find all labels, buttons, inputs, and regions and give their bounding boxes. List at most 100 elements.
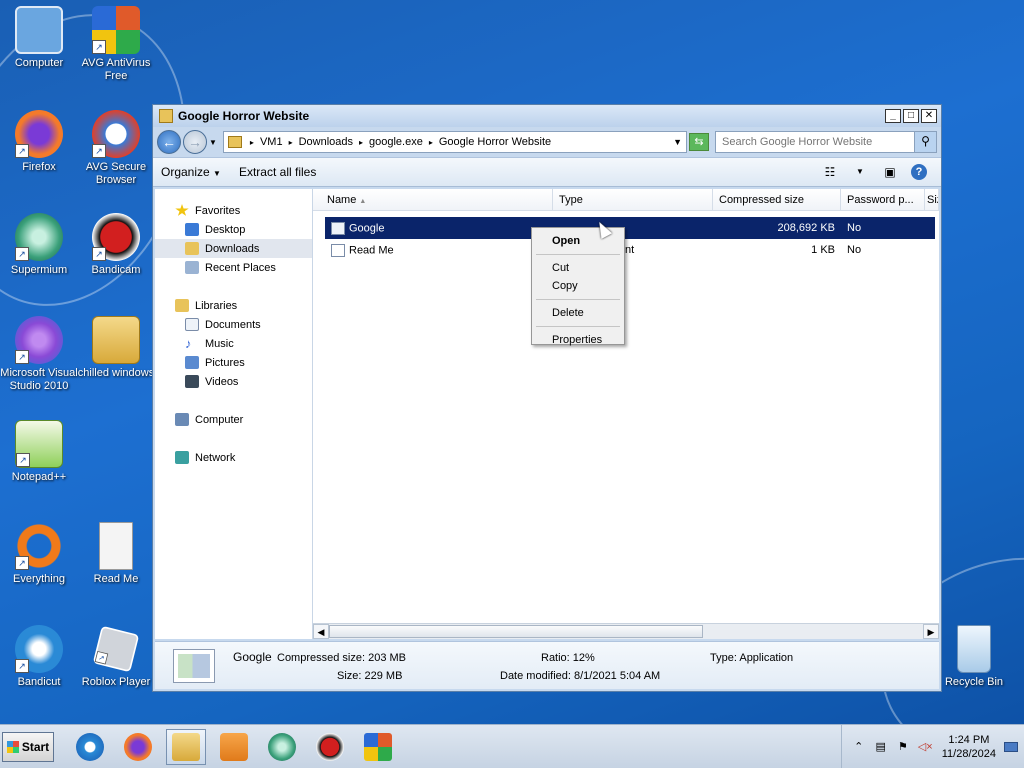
address-bar[interactable]: ▸ VM1 ▸ Downloads ▸ google.exe ▸ Google … (222, 131, 687, 153)
menu-item-delete[interactable]: Delete (534, 304, 622, 322)
navigation-pane[interactable]: Favorites Desktop Downloads Recent Place… (155, 189, 313, 639)
details-ratio: Ratio: 12% (541, 652, 595, 664)
help-icon[interactable]: ? (911, 164, 927, 180)
file-thumbnail (173, 649, 215, 683)
desktop-icon-notepadpp[interactable]: ↗ Notepad++ (0, 420, 78, 484)
nav-pictures[interactable]: Pictures (155, 353, 312, 372)
taskbar-bandicam[interactable] (310, 729, 350, 765)
desktop-icon-bandicut[interactable]: ↗ Bandicut (0, 625, 78, 689)
clock-date: 11/28/2024 (941, 747, 996, 760)
taskbar-supermium[interactable] (262, 729, 302, 765)
file-compressed-size: 208,692 KB (777, 222, 836, 234)
music-icon: ♪ (185, 336, 192, 351)
scroll-thumb[interactable] (329, 625, 703, 638)
chevron-down-icon[interactable]: ▼ (851, 164, 869, 180)
nav-videos[interactable]: Videos (155, 372, 312, 391)
organize-button[interactable]: Organize ▼ (161, 165, 221, 179)
file-row-read-me[interactable]: Read Me nt 1 KB No (325, 239, 935, 261)
desktop-icon-roblox[interactable]: ↗ Roblox Player (77, 625, 155, 689)
show-desktop-button[interactable] (1004, 741, 1018, 752)
chevron-right-icon[interactable]: ▸ (289, 138, 293, 147)
nav-downloads[interactable]: Downloads (155, 239, 312, 258)
scroll-right-icon[interactable]: ▶ (923, 624, 939, 639)
network-icon[interactable]: ▤ (874, 740, 888, 754)
refresh-button[interactable]: ⇆ (689, 133, 709, 151)
title-bar[interactable]: Google Horror Website _ □ ✕ (153, 105, 941, 127)
internet-explorer-icon (76, 732, 104, 761)
chevron-right-icon[interactable]: ▸ (359, 138, 363, 147)
firefox-icon (124, 732, 152, 761)
column-type[interactable]: Type (553, 189, 713, 210)
nav-favorites[interactable]: Favorites (155, 201, 312, 220)
nav-desktop[interactable]: Desktop (155, 220, 312, 239)
desktop-icon-chilled-windows[interactable]: chilled windows (77, 316, 155, 380)
taskbar-media-player[interactable] (214, 729, 254, 765)
back-button[interactable]: ← (157, 130, 181, 154)
nav-recent-places[interactable]: Recent Places (155, 258, 312, 277)
desktop-icon-firefox[interactable]: ↗ Firefox (0, 110, 78, 174)
search-box[interactable]: ⚲ (715, 131, 937, 153)
explorer-window[interactable]: Google Horror Website _ □ ✕ ← → ▼ ▸ VM1 … (152, 104, 942, 692)
desktop-icon-avg[interactable]: ↗ AVG AntiVirus Free (77, 6, 155, 83)
start-button[interactable]: Start (2, 731, 54, 762)
menu-item-copy[interactable]: Copy (534, 277, 622, 295)
nav-computer[interactable]: Computer (155, 410, 312, 429)
breadcrumb-vm1[interactable]: VM1 (260, 136, 283, 148)
minimize-button[interactable]: _ (885, 109, 901, 123)
desktop-icon-read-me[interactable]: Read Me (77, 522, 155, 586)
desktop-icon-recycle-bin[interactable]: Recycle Bin (935, 625, 1013, 689)
search-icon[interactable]: ⚲ (914, 132, 936, 152)
desktop-icon-avg-browser[interactable]: ↗ AVG Secure Browser (77, 110, 155, 187)
taskbar-internet-explorer[interactable] (70, 729, 110, 765)
taskbar-explorer[interactable] (166, 728, 206, 765)
window-title: Google Horror Website (178, 109, 310, 123)
column-size[interactable]: Siz (925, 189, 939, 210)
context-menu[interactable]: Open Cut Copy Delete Properties (531, 227, 625, 346)
clock[interactable]: 1:24 PM 11/28/2024 (942, 733, 996, 761)
folder-icon (172, 732, 200, 761)
view-options-icon[interactable]: ☷ (821, 164, 839, 180)
volume-muted-icon[interactable]: ◁× (918, 740, 933, 754)
nav-music[interactable]: ♪ Music (155, 334, 312, 353)
action-center-flag-icon[interactable]: ⚑ (896, 740, 910, 754)
nav-libraries[interactable]: Libraries (155, 296, 312, 315)
downloads-folder-icon (185, 242, 199, 255)
details-file-name: Google (233, 650, 272, 664)
sort-ascending-icon: ▲ (359, 198, 367, 205)
chevron-right-icon[interactable]: ▸ (250, 138, 254, 147)
chevron-down-icon[interactable]: ▼ (673, 137, 682, 147)
menu-separator (536, 326, 620, 327)
menu-item-cut[interactable]: Cut (534, 259, 622, 277)
desktop-icon-visual-studio[interactable]: ↗ Microsoft Visual Studio 2010 (0, 316, 78, 393)
column-password[interactable]: Password p... (841, 189, 925, 210)
nav-documents[interactable]: Documents (155, 315, 312, 334)
breadcrumb-current[interactable]: Google Horror Website (439, 136, 551, 148)
preview-pane-icon[interactable]: ▣ (881, 164, 899, 180)
breadcrumb-downloads[interactable]: Downloads (299, 136, 353, 148)
desktop-icon-supermium[interactable]: ↗ Supermium (0, 213, 78, 277)
desktop-icon-everything[interactable]: ↗ Everything (0, 522, 78, 586)
maximize-button[interactable]: □ (903, 109, 919, 123)
column-compressed-size[interactable]: Compressed size (713, 189, 841, 210)
taskbar-avg[interactable] (358, 729, 398, 765)
column-name[interactable]: Name ▲ (313, 189, 553, 210)
nav-network[interactable]: Network (155, 448, 312, 467)
avg-browser-icon: ↗ (92, 110, 140, 158)
menu-item-properties[interactable]: Properties (534, 331, 622, 349)
show-hidden-icons-icon[interactable]: ⌃ (852, 740, 866, 754)
breadcrumb-google-exe[interactable]: google.exe (369, 136, 423, 148)
file-row-google[interactable]: Google 208,692 KB No (325, 217, 935, 239)
chevron-right-icon[interactable]: ▸ (429, 138, 433, 147)
search-input[interactable] (716, 136, 914, 148)
recent-pages-dropdown[interactable]: ▼ (209, 138, 217, 147)
avg-icon (364, 732, 392, 761)
forward-button[interactable]: → (183, 130, 207, 154)
extract-all-button[interactable]: Extract all files (239, 165, 316, 179)
desktop-icon-bandicam[interactable]: ↗ Bandicam (77, 213, 155, 277)
close-button[interactable]: ✕ (921, 109, 937, 123)
horizontal-scrollbar[interactable]: ◀ ▶ (313, 623, 939, 639)
scroll-left-icon[interactable]: ◀ (313, 624, 329, 639)
desktop-icon-computer[interactable]: Computer (0, 6, 78, 70)
taskbar-firefox[interactable] (118, 729, 158, 765)
file-list[interactable]: Name ▲ Type Compressed size Password p..… (313, 189, 939, 639)
